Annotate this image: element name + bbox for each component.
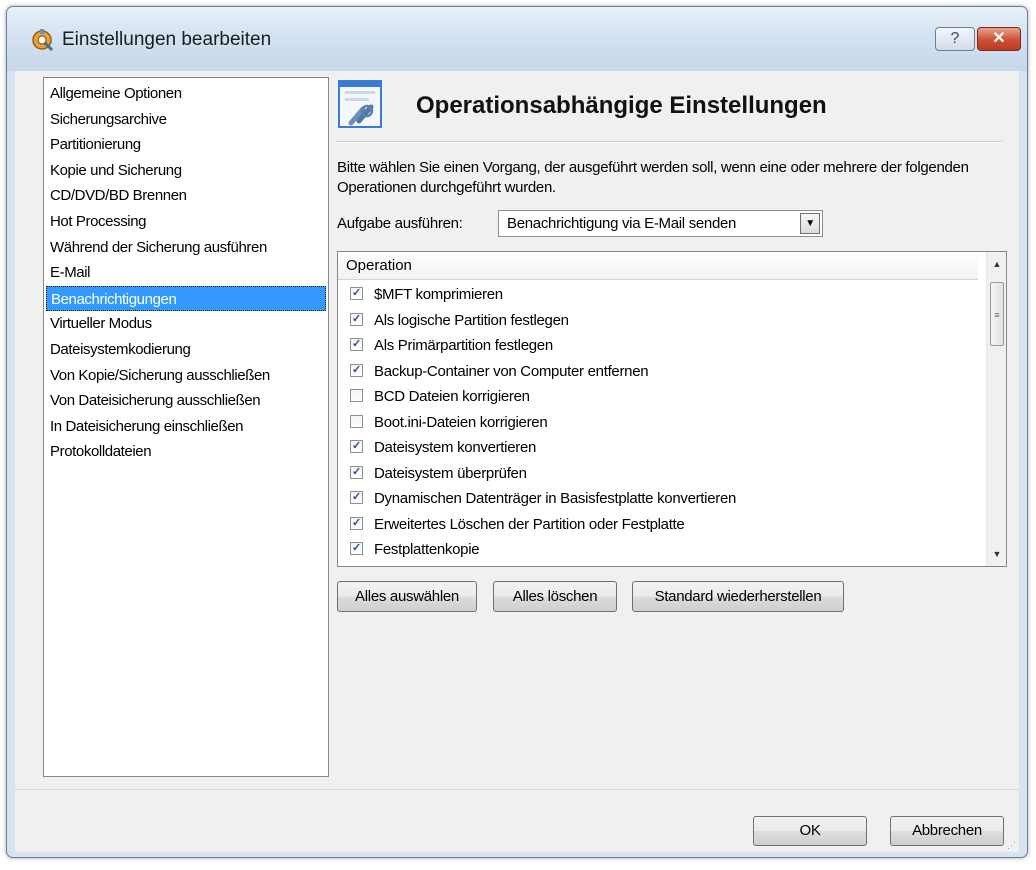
operations-list[interactable]: Operation ✓ $MFT komprimieren ✓ Als logisch… bbox=[337, 251, 1007, 567]
resize-grip-icon[interactable]: ⋰ bbox=[1007, 840, 1017, 850]
clear-all-button[interactable]: Alles löschen bbox=[493, 581, 617, 612]
restore-defaults-button[interactable]: Standard wiederherstellen bbox=[632, 581, 844, 612]
task-dropdown[interactable]: Benachrichtigung via E-Mail senden ▼ bbox=[498, 210, 823, 237]
operation-row[interactable]: ✓ Backup-Container von Computer entfernen bbox=[346, 359, 976, 384]
cancel-button[interactable]: Abbrechen bbox=[890, 816, 1004, 846]
nav-item[interactable]: E-Mail bbox=[46, 260, 326, 285]
task-label: Aufgabe ausführen: bbox=[337, 215, 463, 232]
document-link-icon bbox=[338, 80, 382, 128]
scroll-thumb[interactable]: ≡ bbox=[990, 282, 1004, 346]
nav-item[interactable]: Allgemeine Optionen bbox=[46, 81, 326, 106]
operation-label: Festplattenkopie bbox=[374, 541, 480, 558]
nav-item[interactable]: Sicherungsarchive bbox=[46, 107, 326, 132]
operation-row[interactable]: ✓ Als Primärpartition festlegen bbox=[346, 333, 976, 358]
operation-label: Als Primärpartition festlegen bbox=[374, 337, 553, 354]
close-button[interactable]: ✕ bbox=[977, 27, 1021, 51]
nav-item[interactable]: Von Dateisicherung ausschließen bbox=[46, 388, 326, 413]
operation-label: Dateisystem konvertieren bbox=[374, 439, 537, 456]
operation-row[interactable]: ✓ Festplattenkopie bbox=[346, 537, 976, 562]
operation-row[interactable]: ✓ Als logische Partition festlegen bbox=[346, 308, 976, 333]
help-button[interactable]: ? bbox=[935, 27, 975, 51]
operation-row[interactable]: ✓ $MFT komprimieren bbox=[346, 282, 976, 307]
dialog-footer: OK Abbrechen ⋰ bbox=[15, 789, 1019, 852]
ok-button[interactable]: OK bbox=[753, 816, 867, 846]
operation-row[interactable]: ✓ Dateisystem konvertieren bbox=[346, 435, 976, 460]
operation-row[interactable]: ✓ Dynamischen Datenträger in Basisfestpla… bbox=[346, 486, 976, 511]
dialog-body: Allgemeine Optionen Sicherungsarchive Part… bbox=[15, 71, 1019, 852]
checkbox-checked[interactable]: ✓ bbox=[350, 440, 363, 453]
nav-item[interactable]: Von Kopie/Sicherung ausschließen bbox=[46, 363, 326, 388]
nav-item[interactable]: Hot Processing bbox=[46, 209, 326, 234]
scroll-up-icon[interactable]: ▲ bbox=[989, 256, 1005, 272]
settings-dialog: Einstellungen bearbeiten ? ✕ Allgemeine … bbox=[6, 6, 1028, 858]
gear-wrench-icon bbox=[32, 29, 53, 51]
checkbox-checked[interactable]: ✓ bbox=[350, 312, 363, 326]
checkbox-unchecked[interactable] bbox=[350, 389, 363, 402]
task-dropdown-value: Benachrichtigung via E-Mail senden bbox=[507, 215, 737, 232]
nav-item[interactable]: In Dateisicherung einschließen bbox=[46, 414, 326, 439]
checkbox-checked[interactable]: ✓ bbox=[350, 287, 363, 300]
vertical-scrollbar[interactable]: ▲ ≡ ▼ bbox=[986, 252, 1006, 566]
window-title: Einstellungen bearbeiten bbox=[62, 29, 272, 50]
header-divider bbox=[337, 141, 1003, 143]
operation-row[interactable]: ✓ Dateisystem überprüfen bbox=[346, 461, 976, 486]
nav-item[interactable]: Protokolldateien bbox=[46, 439, 326, 464]
checkbox-checked[interactable]: ✓ bbox=[350, 465, 363, 479]
scroll-down-icon[interactable]: ▼ bbox=[989, 546, 1005, 562]
description-text: Bitte wählen Sie einen Vorgang, der ausg… bbox=[337, 159, 969, 196]
operation-row[interactable]: BCD Dateien korrigieren bbox=[346, 384, 976, 409]
nav-item[interactable]: Kopie und Sicherung bbox=[46, 158, 326, 183]
operation-row[interactable]: Boot.ini-Dateien korrigieren bbox=[346, 410, 976, 435]
select-all-button[interactable]: Alles auswählen bbox=[337, 581, 477, 612]
operation-label: BCD Dateien korrigieren bbox=[374, 388, 530, 405]
nav-item[interactable]: CD/DVD/BD Brennen bbox=[46, 183, 326, 208]
operation-label: Boot.ini-Dateien korrigieren bbox=[374, 413, 548, 431]
operation-label: Als logische Partition festlegen bbox=[374, 311, 569, 329]
settings-category-list[interactable]: Allgemeine Optionen Sicherungsarchive Part… bbox=[43, 77, 329, 777]
nav-item[interactable]: Während der Sicherung ausführen bbox=[46, 235, 326, 260]
nav-item[interactable]: Benachrichtigungen bbox=[46, 285, 326, 311]
page-title: Operationsabhängige Einstellungen bbox=[416, 92, 827, 119]
checkbox-checked[interactable]: ✓ bbox=[350, 338, 363, 351]
operation-label: Backup-Container von Computer entfernen bbox=[374, 362, 649, 380]
checkbox-checked[interactable]: ✓ bbox=[350, 542, 363, 555]
checkbox-checked[interactable]: ✓ bbox=[350, 363, 363, 377]
operation-label: Dateisystem überprüfen bbox=[374, 464, 527, 482]
operation-row[interactable]: ✓ Erweitertes Löschen der Partition oder … bbox=[346, 512, 976, 537]
operation-column-header[interactable]: Operation bbox=[338, 252, 978, 280]
operation-label: Erweitertes Löschen der Partition oder F… bbox=[374, 515, 685, 533]
operation-label: Dynamischen Datenträger in Basisfestplat… bbox=[374, 490, 737, 507]
checkbox-unchecked[interactable] bbox=[350, 414, 363, 428]
nav-item[interactable]: Virtueller Modus bbox=[46, 311, 326, 336]
checkbox-checked[interactable]: ✓ bbox=[350, 491, 363, 504]
chevron-down-icon[interactable]: ▼ bbox=[800, 213, 820, 234]
checkbox-checked[interactable]: ✓ bbox=[350, 516, 363, 530]
nav-item[interactable]: Dateisystemkodierung bbox=[46, 337, 326, 362]
title-bar[interactable]: Einstellungen bearbeiten ? ✕ bbox=[7, 7, 1027, 71]
operation-label: $MFT komprimieren bbox=[374, 286, 503, 303]
nav-item[interactable]: Partitionierung bbox=[46, 132, 326, 157]
